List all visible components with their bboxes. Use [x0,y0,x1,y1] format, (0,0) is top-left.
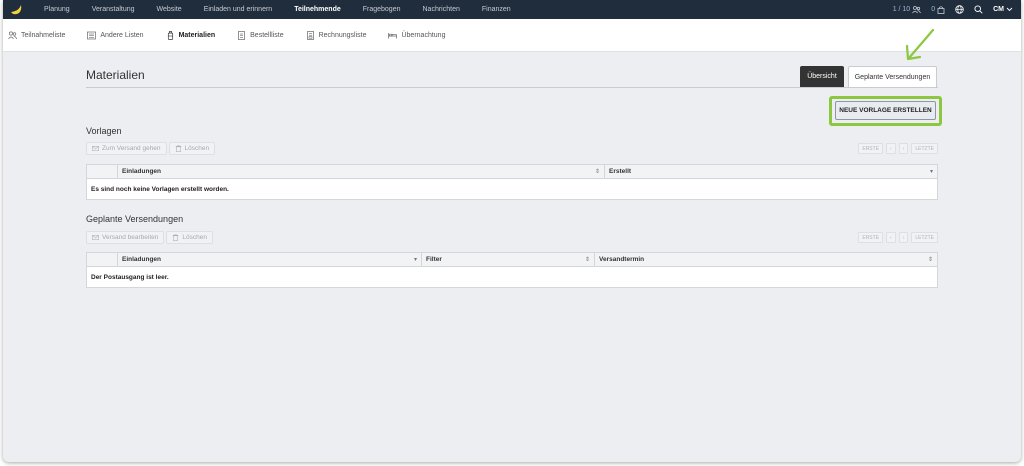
search-icon [974,5,983,14]
subnav-label: Übernachtung [401,31,446,39]
subnav-materialien[interactable]: Materialien [166,30,216,40]
arrow-annotation-icon [905,28,935,61]
column-label: Einladungen [122,256,161,263]
bag-icon [937,5,945,14]
column-label: Erstellt [609,168,632,175]
new-template-button[interactable]: NEUE VORLAGE ERSTELLEN [835,101,936,120]
envelope-icon [92,234,99,241]
subnav-andere-listen[interactable]: Andere Listen [87,31,144,40]
delete-scheduled-button[interactable]: Löschen [166,231,213,244]
templates-table: Einladungen ⇕ Erstellt ▾ Es sind noch ke… [86,164,938,200]
templates-pager: ERSTE ‹ › LETZTE [858,143,938,154]
nav-right-tools: 1 / 10 0 CM [893,0,1021,19]
scheduled-section-title: Geplante Versendungen [86,214,184,224]
tab-scheduled-sends[interactable]: Geplante Versendungen [848,66,937,87]
nav-einladen[interactable]: Einladen und erinnern [193,0,284,19]
pager-last[interactable]: LETZTE [911,143,938,154]
envelope-icon [92,145,99,152]
select-column-header[interactable] [87,253,117,266]
scheduled-table: Einladungen ▾ Filter ⇕ Versandtermin ⇕ D… [86,252,938,288]
invoice-icon [306,30,314,40]
people-icon [912,5,922,13]
templates-toolbar: Zum Versand gehen Löschen [86,142,216,155]
user-menu[interactable]: CM [993,6,1013,13]
pager-next[interactable]: › [898,143,909,154]
document-icon [238,30,245,40]
participants-count: 1 / 10 [892,6,911,13]
title-divider [86,87,938,88]
pager-next[interactable]: › [898,232,909,243]
sort-icon: ⇕ [594,169,600,175]
table-header: Einladungen ⇕ Erstellt ▾ [87,165,937,179]
logo-icon[interactable] [9,3,23,17]
table-header: Einladungen ▾ Filter ⇕ Versandtermin ⇕ [87,253,937,267]
nav-teilnehmende[interactable]: Teilnehmende [283,0,352,19]
nav-fragebogen[interactable]: Fragebogen [352,0,412,19]
list-icon [87,31,97,39]
delete-template-label: Löschen [184,145,210,152]
go-to-send-button[interactable]: Zum Versand gehen [86,142,167,155]
column-header-einladungen[interactable]: Einladungen ⇕ [117,165,604,178]
subnav-label: Materialien [178,31,216,39]
subnav-label: Rechnungsliste [318,31,367,39]
bed-icon [388,32,398,38]
column-label: Versandtermin [599,256,645,263]
sub-navigation: Teilnahmeliste Andere Listen Materialien… [3,19,1021,52]
templates-section-title: Vorlagen [86,126,122,136]
participants-counter[interactable]: 1 / 10 [892,5,922,14]
column-header-erstellt[interactable]: Erstellt ▾ [604,165,937,178]
nav-nachrichten[interactable]: Nachrichten [412,0,471,19]
go-to-send-label: Zum Versand gehen [102,145,161,152]
column-header-einladungen[interactable]: Einladungen ▾ [117,253,421,266]
delete-scheduled-label: Löschen [182,234,207,241]
column-header-versandtermin[interactable]: Versandtermin ⇕ [594,253,937,266]
orders-count: 0 [931,6,936,13]
column-label: Filter [426,256,442,263]
sort-down-icon: ▾ [929,169,933,175]
scheduled-toolbar: Versand bearbeiten Löschen [86,231,213,244]
people-icon [8,31,17,39]
delete-template-button[interactable]: Löschen [168,142,216,155]
subnav-rechnungsliste[interactable]: Rechnungsliste [306,30,367,40]
empty-row: Es sind noch keine Vorlagen erstellt wor… [91,185,229,193]
select-column-header[interactable] [87,165,117,178]
subnav-label: Andere Listen [100,31,144,39]
globe-icon [955,5,964,14]
app-window: Planung Veranstaltung Website Einladen u… [3,0,1021,462]
edit-send-button[interactable]: Versand bearbeiten [86,231,165,244]
subnav-teilnahmeliste[interactable]: Teilnahmeliste [8,31,65,40]
subnav-bestellliste[interactable]: Bestellliste [237,30,284,40]
scheduled-pager: ERSTE ‹ › LETZTE [858,232,938,243]
sort-icon: ⇕ [927,257,933,263]
pager-prev[interactable]: ‹ [886,232,896,243]
orders-counter[interactable]: 0 [931,5,945,14]
sort-down-icon: ▾ [413,257,417,263]
nav-finanzen[interactable]: Finanzen [471,0,522,19]
chevron-down-icon [1006,7,1013,12]
nav-veranstaltung[interactable]: Veranstaltung [81,0,146,19]
pager-last[interactable]: LETZTE [911,232,938,243]
column-header-filter[interactable]: Filter ⇕ [421,253,594,266]
bottle-icon [167,30,173,40]
pager-prev[interactable]: ‹ [886,143,896,154]
sort-icon: ⇕ [584,257,590,263]
trash-icon [172,234,179,241]
pager-first[interactable]: ERSTE [858,232,884,243]
subnav-label: Bestellliste [250,31,284,39]
top-navigation: Planung Veranstaltung Website Einladen u… [3,0,1021,19]
search-button[interactable] [974,5,983,14]
nav-planung[interactable]: Planung [33,0,81,19]
empty-row: Der Postausgang ist leer. [91,273,169,281]
pager-first[interactable]: ERSTE [858,143,884,154]
column-label: Einladungen [122,168,161,175]
tab-overview[interactable]: Übersicht [800,66,844,87]
user-initials: CM [993,6,1004,13]
subnav-label: Teilnahmeliste [21,31,66,39]
language-button[interactable] [955,5,964,14]
page-title: Materialien [86,68,145,82]
edit-send-label: Versand bearbeiten [102,234,159,241]
trash-icon [175,145,181,152]
nav-website[interactable]: Website [146,0,193,19]
subnav-uebernachtung[interactable]: Übernachtung [388,31,445,40]
